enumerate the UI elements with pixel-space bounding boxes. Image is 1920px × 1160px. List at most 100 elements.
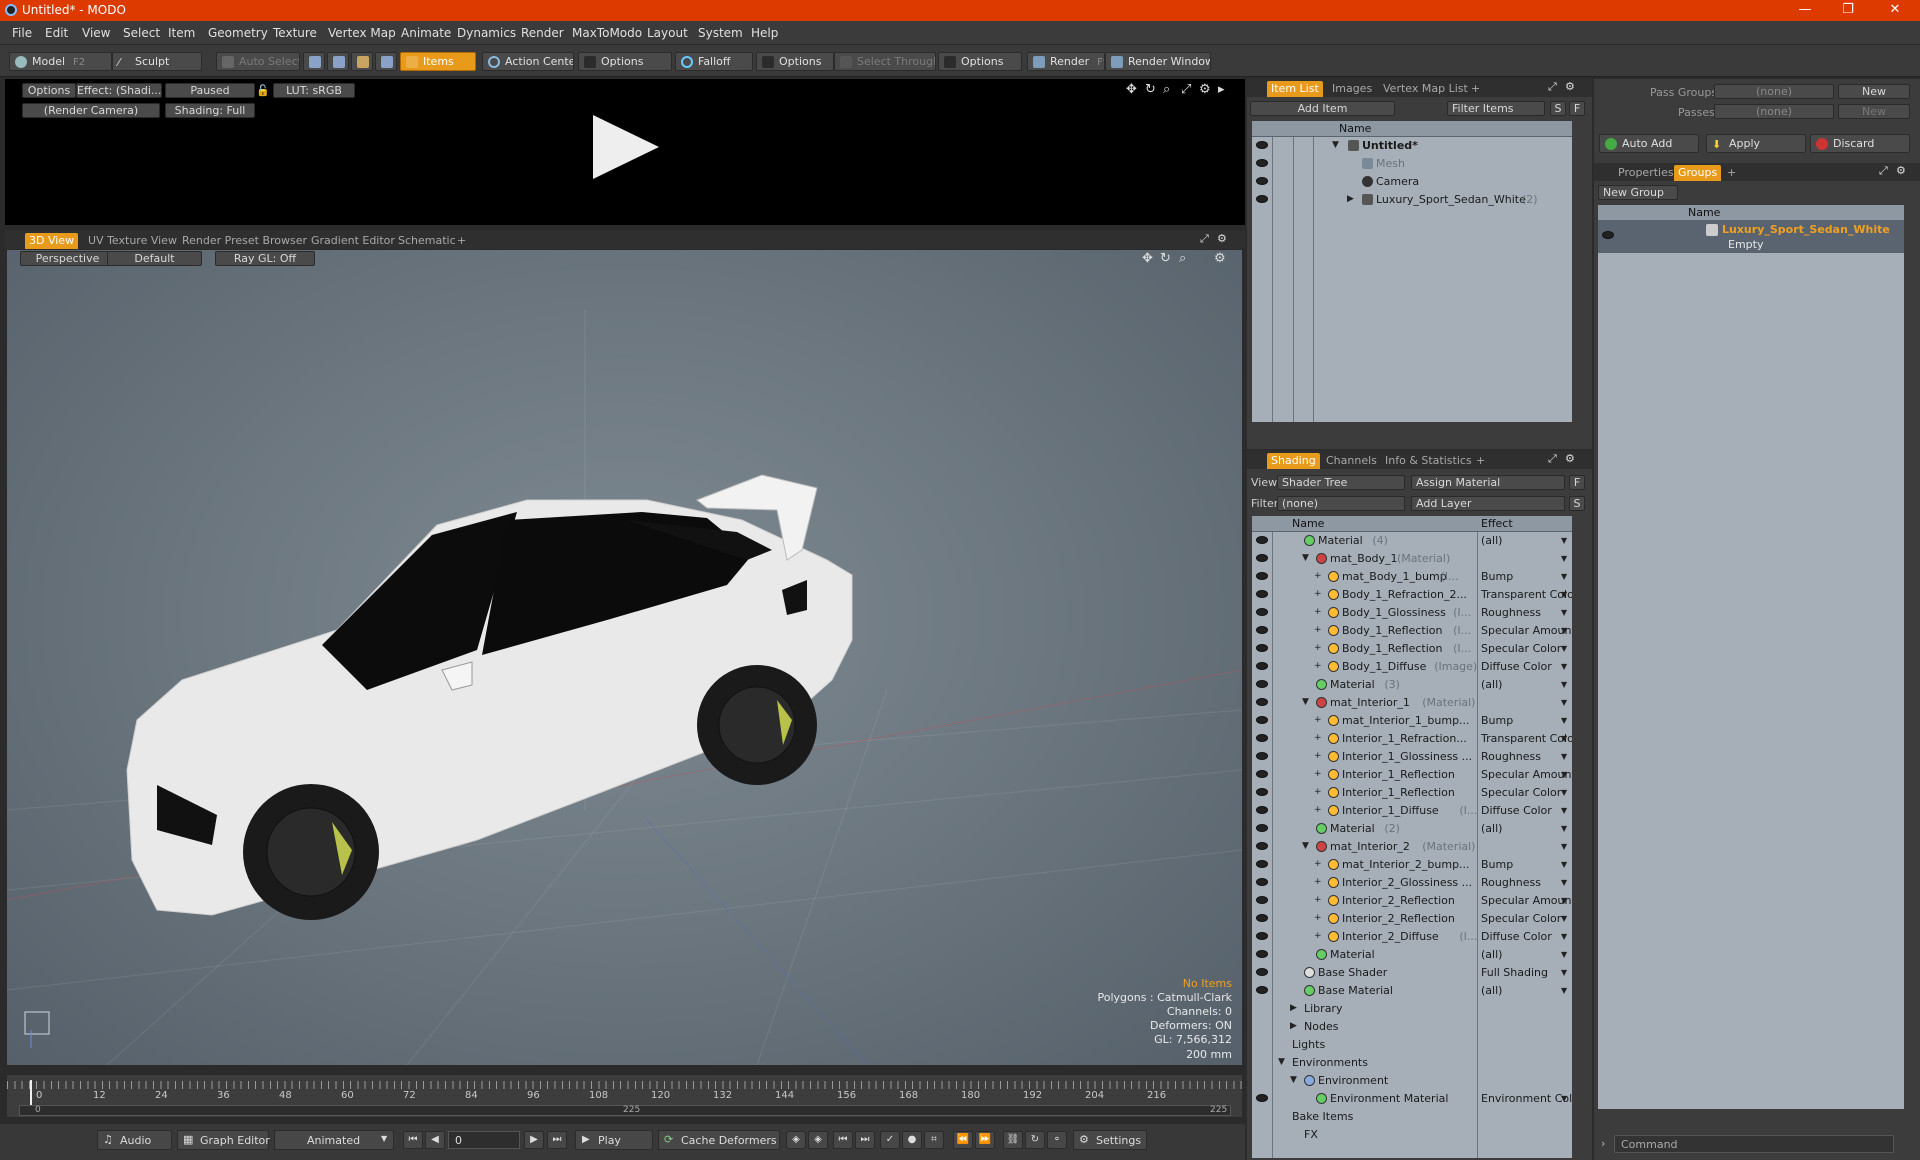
key-icon-2[interactable]: ◈ [808,1131,828,1149]
refresh-icon[interactable]: ↻ [1025,1131,1045,1149]
menu-help[interactable]: Help [751,26,778,40]
expand-toggle-icon[interactable]: ▼ [1278,1057,1285,1067]
panel-gear-icon[interactable]: ⚙ [1217,232,1227,245]
add-item-dropdown[interactable]: Add Item [1250,101,1395,116]
shader-row[interactable]: ▶ Library [1252,1000,1572,1018]
effect-dropdown-icon[interactable]: ▼ [1561,986,1567,995]
add-tab-button[interactable]: + [1472,453,1489,469]
close-button[interactable]: ✕ [1880,2,1910,17]
pass-groups-dropdown[interactable]: (none) [1714,84,1834,99]
settings-button[interactable]: ⚙ Settings [1073,1130,1147,1150]
shader-row[interactable]: ▼ mat_Interior_2 (Material) ▼ [1252,838,1572,856]
expand-toggle-icon[interactable]: + [1314,625,1322,635]
layer-effect[interactable]: Diffuse Color [1481,804,1552,817]
layer-effect[interactable]: Specular Amount [1481,894,1572,907]
menu-system[interactable]: System [698,26,743,40]
maximize-panel-icon[interactable]: ⤢ [1548,80,1557,94]
layer-effect[interactable]: Diffuse Color [1481,930,1552,943]
edges-mode-button[interactable] [327,52,349,71]
tab-images[interactable]: Images [1328,81,1376,97]
layer-effect[interactable]: (all) [1481,822,1502,835]
shader-row[interactable]: + Interior_2_Reflection Specular Color ▼ [1252,910,1572,928]
range-slider[interactable]: 0 225 225 [19,1105,1231,1116]
visibility-eye-icon[interactable] [1256,608,1268,616]
new-group-button[interactable]: New Group [1598,185,1678,200]
action-center-button[interactable]: Action Center [482,52,574,71]
preview-shading-dropdown[interactable]: Shading: Full [165,103,255,118]
effect-dropdown-icon[interactable]: ▼ [1561,824,1567,833]
tab-properties[interactable]: Properties [1614,165,1678,181]
item-row-group[interactable]: ▶ Luxury_Sport_Sedan_White (2) [1252,191,1572,209]
visibility-eye-icon[interactable] [1256,554,1268,562]
shader-row[interactable]: + Interior_1_Refraction... Transparent Col… [1252,730,1572,748]
layer-effect[interactable]: Environment Color [1481,1092,1572,1105]
visibility-eye-icon[interactable] [1256,680,1268,688]
shader-row[interactable]: + Interior_2_Diffuse (I... Diffuse Color ▼ [1252,928,1572,946]
panel-gear-icon[interactable]: ⚙ [1896,164,1906,177]
menu-edit[interactable]: Edit [45,26,68,40]
layer-effect[interactable]: Roughness [1481,750,1541,763]
visibility-eye-icon[interactable] [1256,878,1268,886]
key-all-icon[interactable]: ⌗ [924,1131,944,1149]
timeline[interactable]: 0 12 24 36 48 60 72 84 96 108 120 132 14… [7,1075,1242,1117]
group-row[interactable]: Luxury_Sport_Sedan_White Empty [1598,221,1904,253]
item-row-camera[interactable]: Camera [1252,173,1572,191]
visibility-eye-icon[interactable] [1256,141,1268,149]
effect-dropdown-icon[interactable]: ▼ [1561,1094,1567,1103]
auto-add-button[interactable]: Auto Add [1599,134,1699,153]
visibility-eye-icon[interactable] [1256,536,1268,544]
shader-row[interactable]: Material (4) (all) ▼ [1252,532,1572,550]
passes-dropdown[interactable]: (none) [1714,104,1834,119]
tab-gradient-editor[interactable]: Gradient Editor [307,233,399,249]
shader-row[interactable]: ▼ mat_Interior_1 (Material) ▼ [1252,694,1572,712]
shader-row[interactable]: ▼ Environments [1252,1054,1572,1072]
add-tab-button[interactable]: + [1723,165,1740,181]
layer-effect[interactable]: Specular Amount [1481,624,1572,637]
expand-toggle-icon[interactable]: + [1314,661,1322,671]
layer-effect[interactable]: Roughness [1481,606,1541,619]
expand-toggle-icon[interactable]: ▼ [1302,697,1309,707]
first-key-icon[interactable]: ⏮ [833,1131,853,1149]
panel-gear-icon[interactable]: ⚙ [1565,80,1575,93]
shader-row[interactable]: + Interior_1_Reflection Specular Color ▼ [1252,784,1572,802]
expand-toggle-icon[interactable]: + [1314,787,1322,797]
visibility-eye-icon[interactable] [1256,860,1268,868]
tab-groups[interactable]: Groups [1674,165,1722,181]
effect-column-header[interactable]: Effect [1481,517,1513,530]
last-key-icon[interactable]: ⏭ [855,1131,875,1149]
shader-row[interactable]: Material (all) ▼ [1252,946,1572,964]
effect-dropdown-icon[interactable]: ▼ [1561,968,1567,977]
shader-row[interactable]: Base Shader Full Shading ▼ [1252,964,1572,982]
expand-toggle-icon[interactable]: ▼ [1302,553,1309,563]
shader-row[interactable]: + Body_1_Glossiness (I... Roughness ▼ [1252,604,1572,622]
shader-row[interactable]: ▼ Environment [1252,1072,1572,1090]
tab-channels[interactable]: Channels [1322,453,1381,469]
visibility-eye-icon[interactable] [1256,968,1268,976]
shader-row[interactable]: + Interior_1_Reflection Specular Amount ▼ [1252,766,1572,784]
expand-toggle-icon[interactable]: + [1314,643,1322,653]
menu-layout[interactable]: Layout [647,26,688,40]
tab-shading[interactable]: Shading [1267,453,1320,469]
visibility-eye-icon[interactable] [1256,806,1268,814]
visibility-eye-icon[interactable] [1256,644,1268,652]
tab-vertex-map-list[interactable]: Vertex Map List [1379,81,1472,97]
effect-dropdown-icon[interactable]: ▼ [1561,680,1567,689]
playhead[interactable] [30,1080,32,1106]
expand-toggle-icon[interactable]: ▼ [1290,1075,1297,1085]
menu-dynamics[interactable]: Dynamics [457,26,516,40]
name-column-header[interactable]: Name [1688,206,1720,219]
visibility-eye-icon[interactable] [1256,159,1268,167]
shader-row[interactable]: + Interior_2_Reflection Specular Amount ▼ [1252,892,1572,910]
shader-row[interactable]: + Body_1_Diffuse (Image) Diffuse Color ▼ [1252,658,1572,676]
add-tab-button[interactable]: + [1467,81,1484,97]
move-icon[interactable]: ✥ [1126,82,1137,97]
link-icon[interactable]: ⛓ [1003,1131,1023,1149]
layer-effect[interactable]: Roughness [1481,876,1541,889]
layer-effect[interactable]: Specular Color [1481,912,1561,925]
apply-button[interactable]: ⬇ Apply [1706,134,1806,153]
next-key-icon[interactable]: ▶ [524,1131,544,1149]
effect-dropdown-icon[interactable]: ▼ [1561,806,1567,815]
effect-dropdown-icon[interactable]: ▼ [1561,770,1567,779]
panel-gear-icon[interactable]: ⚙ [1565,452,1575,465]
visibility-eye-icon[interactable] [1256,698,1268,706]
